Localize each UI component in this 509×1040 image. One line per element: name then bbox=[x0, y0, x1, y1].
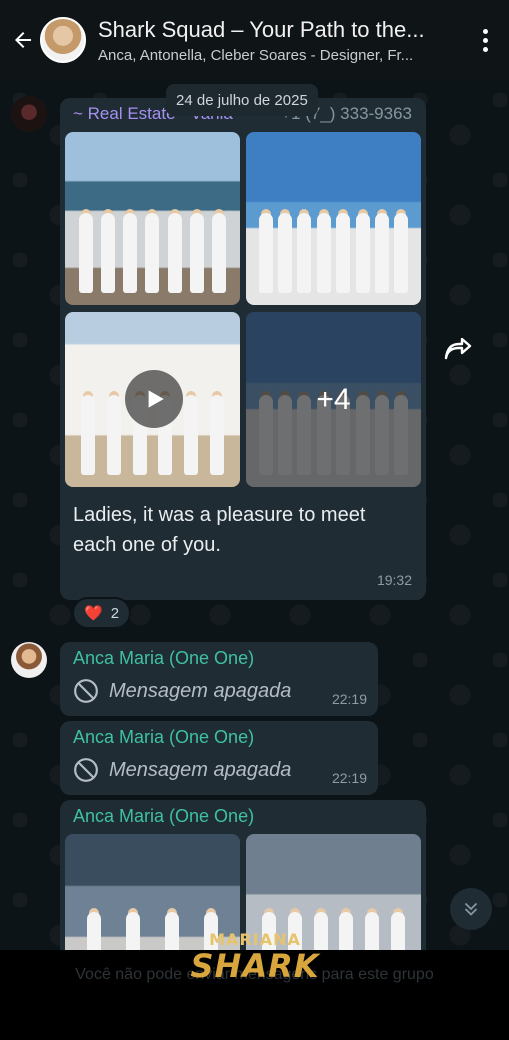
group-avatar[interactable] bbox=[40, 17, 86, 63]
sender-name[interactable]: Anca Maria (One One) bbox=[73, 648, 254, 669]
group-info[interactable]: Shark Squad – Your Path to the... Anca, … bbox=[98, 17, 473, 64]
sender-name[interactable]: Anca Maria (One One) bbox=[73, 727, 254, 748]
reaction-count: 2 bbox=[110, 604, 120, 622]
video-thumbnail[interactable] bbox=[65, 312, 240, 487]
more-photos-count: +4 bbox=[316, 382, 351, 416]
logo-main-text: SHARK bbox=[190, 947, 320, 985]
message-text: Ladies, it was a pleasure to meet each o… bbox=[73, 504, 366, 556]
message-bubble[interactable]: ~ Real Estate - Vania +1 (7_) 333-9363 +… bbox=[60, 98, 426, 600]
deleted-message-text: Mensagem apagada bbox=[109, 758, 292, 781]
message-time: 19:32 bbox=[376, 572, 412, 588]
reaction-badge[interactable]: ❤️ 2 bbox=[72, 597, 132, 629]
sender-avatar[interactable] bbox=[11, 96, 47, 132]
forward-icon[interactable] bbox=[436, 330, 480, 368]
more-vertical-icon[interactable] bbox=[473, 25, 497, 55]
sender-avatar[interactable] bbox=[11, 642, 47, 678]
message-time: 22:19 bbox=[331, 691, 367, 707]
deleted-message-bubble[interactable]: Anca Maria (One One) Mensagem apagada 22… bbox=[60, 642, 378, 716]
deleted-message-bubble[interactable]: Anca Maria (One One) Mensagem apagada 22… bbox=[60, 721, 378, 795]
footer-bar: Você não pode enviar mensagens para este… bbox=[0, 930, 509, 1040]
group-title: Shark Squad – Your Path to the... bbox=[98, 16, 425, 42]
group-participants: Anca, Antonella, Cleber Soares - Designe… bbox=[98, 46, 414, 64]
more-photos-thumbnail[interactable]: +4 bbox=[246, 312, 421, 487]
chat-header: Shark Squad – Your Path to the... Anca, … bbox=[0, 0, 509, 80]
sender-name[interactable]: Anca Maria (One One) bbox=[73, 806, 254, 827]
deleted-message-text: Mensagem apagada bbox=[109, 679, 292, 702]
back-arrow-icon[interactable] bbox=[8, 25, 38, 55]
blocked-icon bbox=[74, 679, 98, 703]
play-icon[interactable] bbox=[125, 370, 183, 428]
chevrons-down-icon bbox=[464, 902, 478, 916]
blocked-icon bbox=[74, 758, 98, 782]
heart-icon: ❤️ bbox=[84, 605, 103, 622]
photo-thumbnail[interactable] bbox=[65, 132, 240, 305]
scroll-down-button[interactable] bbox=[450, 888, 492, 930]
photo-thumbnail[interactable] bbox=[246, 132, 421, 305]
message-time: 22:19 bbox=[331, 770, 367, 786]
watermark-logo: MARIANA SHARK bbox=[180, 930, 330, 990]
date-chip: 24 de julho de 2025 bbox=[166, 84, 318, 116]
